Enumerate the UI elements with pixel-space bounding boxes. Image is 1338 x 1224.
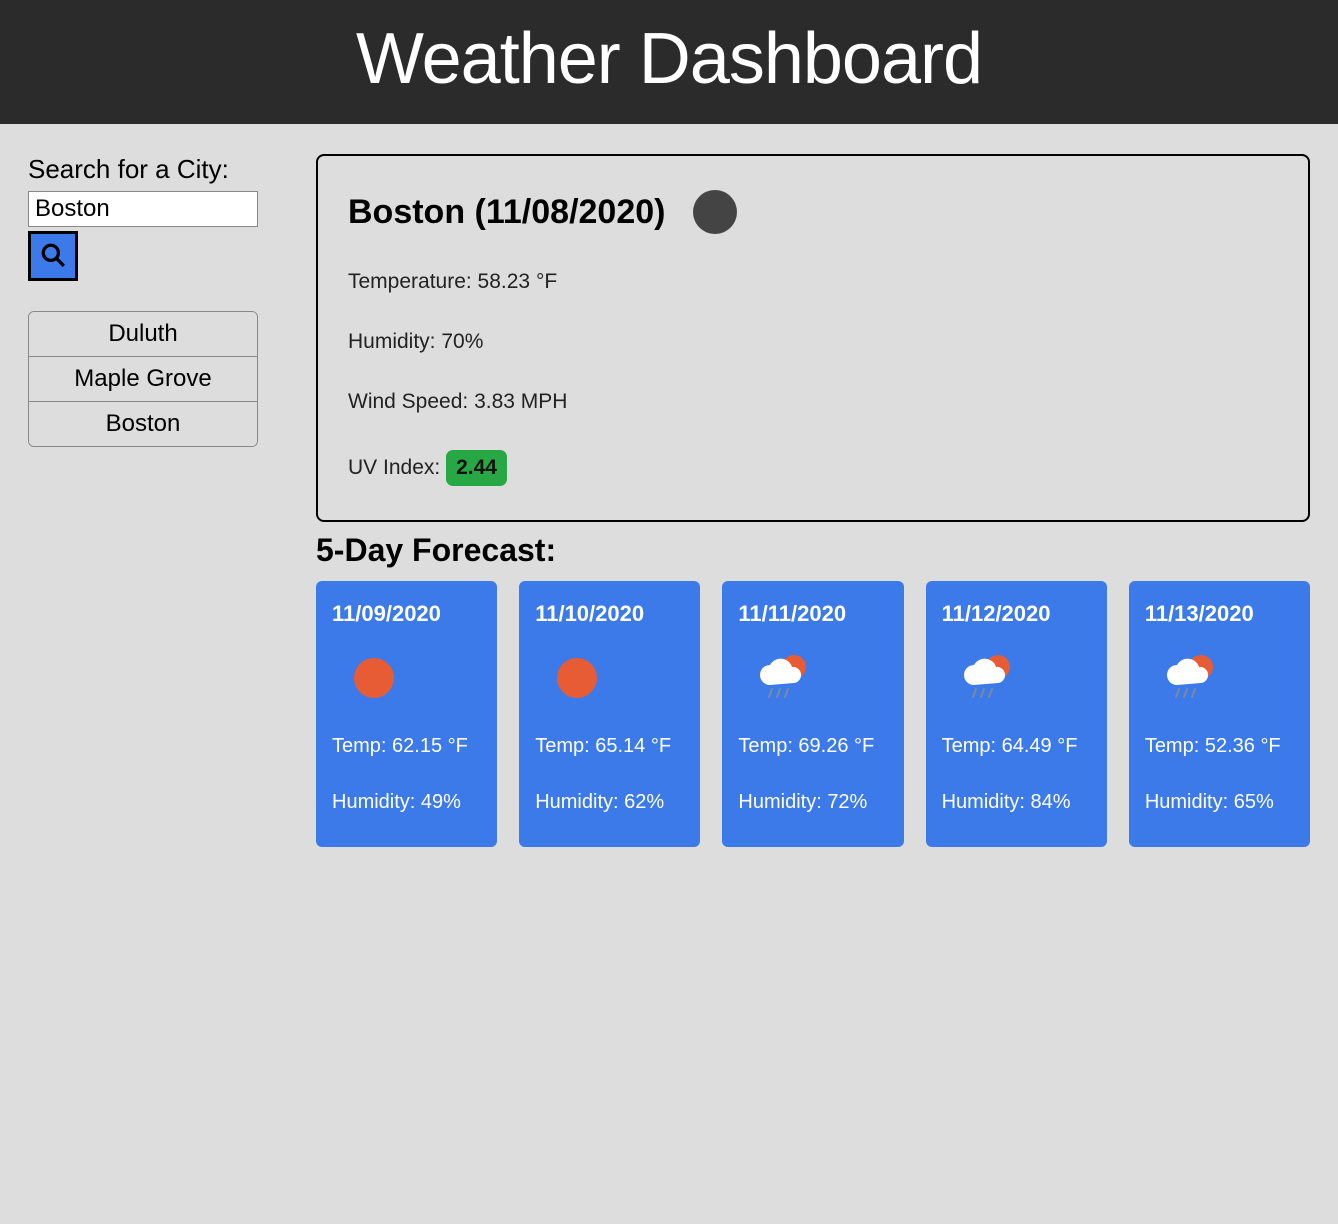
history-item[interactable]: Boston — [29, 402, 257, 446]
app-header: Weather Dashboard — [0, 0, 1338, 124]
forecast-card: 11/11/2020 Temp: 69.26 °F Humidity: 72% — [722, 581, 903, 847]
forecast-card: 11/10/2020 Temp: 65.14 °F Humidity: 62% — [519, 581, 700, 847]
forecast-humidity: Humidity: 84% — [942, 787, 1091, 817]
sidebar: Search for a City: Duluth Maple Grove Bo… — [28, 154, 258, 847]
forecast-date: 11/13/2020 — [1145, 601, 1294, 627]
rain-cloud-icon — [1145, 651, 1294, 705]
uv-index-badge: 2.44 — [446, 450, 507, 486]
forecast-date: 11/09/2020 — [332, 601, 481, 627]
history-item[interactable]: Maple Grove — [29, 357, 257, 402]
forecast-card: 11/12/2020 Temp: 64.49 °F Humidity: 84% — [926, 581, 1107, 847]
main-content: Boston (11/08/2020) Temperature: 58.23 °… — [316, 154, 1310, 847]
forecast-date: 11/11/2020 — [738, 601, 887, 627]
forecast-temp: Temp: 62.15 °F — [332, 731, 481, 761]
uv-index-label: UV Index: — [348, 456, 446, 479]
search-history-list: Duluth Maple Grove Boston — [28, 311, 258, 447]
current-weather-card: Boston (11/08/2020) Temperature: 58.23 °… — [316, 154, 1310, 522]
current-humidity: Humidity: 70% — [348, 330, 1278, 354]
forecast-temp: Temp: 52.36 °F — [1145, 731, 1294, 761]
forecast-title: 5-Day Forecast: — [316, 532, 1310, 569]
forecast-card: 11/09/2020 Temp: 62.15 °F Humidity: 49% — [316, 581, 497, 847]
forecast-row: 11/09/2020Temp: 62.15 °FHumidity: 49%11/… — [316, 581, 1310, 847]
forecast-temp: Temp: 64.49 °F — [942, 731, 1091, 761]
weather-icon — [693, 190, 737, 234]
search-input[interactable] — [28, 191, 258, 227]
current-wind-speed: Wind Speed: 3.83 MPH — [348, 390, 1278, 414]
sun-icon — [535, 651, 684, 705]
history-item[interactable]: Duluth — [29, 312, 257, 357]
search-label: Search for a City: — [28, 154, 258, 185]
forecast-humidity: Humidity: 49% — [332, 787, 481, 817]
search-icon — [40, 242, 66, 271]
forecast-temp: Temp: 65.14 °F — [535, 731, 684, 761]
page-title: Weather Dashboard — [0, 18, 1338, 100]
forecast-date: 11/10/2020 — [535, 601, 684, 627]
forecast-humidity: Humidity: 72% — [738, 787, 887, 817]
current-city-date: Boston (11/08/2020) — [348, 193, 665, 232]
forecast-date: 11/12/2020 — [942, 601, 1091, 627]
search-button[interactable] — [28, 231, 78, 281]
rain-cloud-icon — [942, 651, 1091, 705]
current-uv-index: UV Index: 2.44 — [348, 450, 1278, 486]
current-temperature: Temperature: 58.23 °F — [348, 270, 1278, 294]
forecast-card: 11/13/2020 Temp: 52.36 °F Humidity: 65% — [1129, 581, 1310, 847]
forecast-humidity: Humidity: 62% — [535, 787, 684, 817]
rain-cloud-icon — [738, 651, 887, 705]
forecast-temp: Temp: 69.26 °F — [738, 731, 887, 761]
sun-icon — [332, 651, 481, 705]
forecast-humidity: Humidity: 65% — [1145, 787, 1294, 817]
